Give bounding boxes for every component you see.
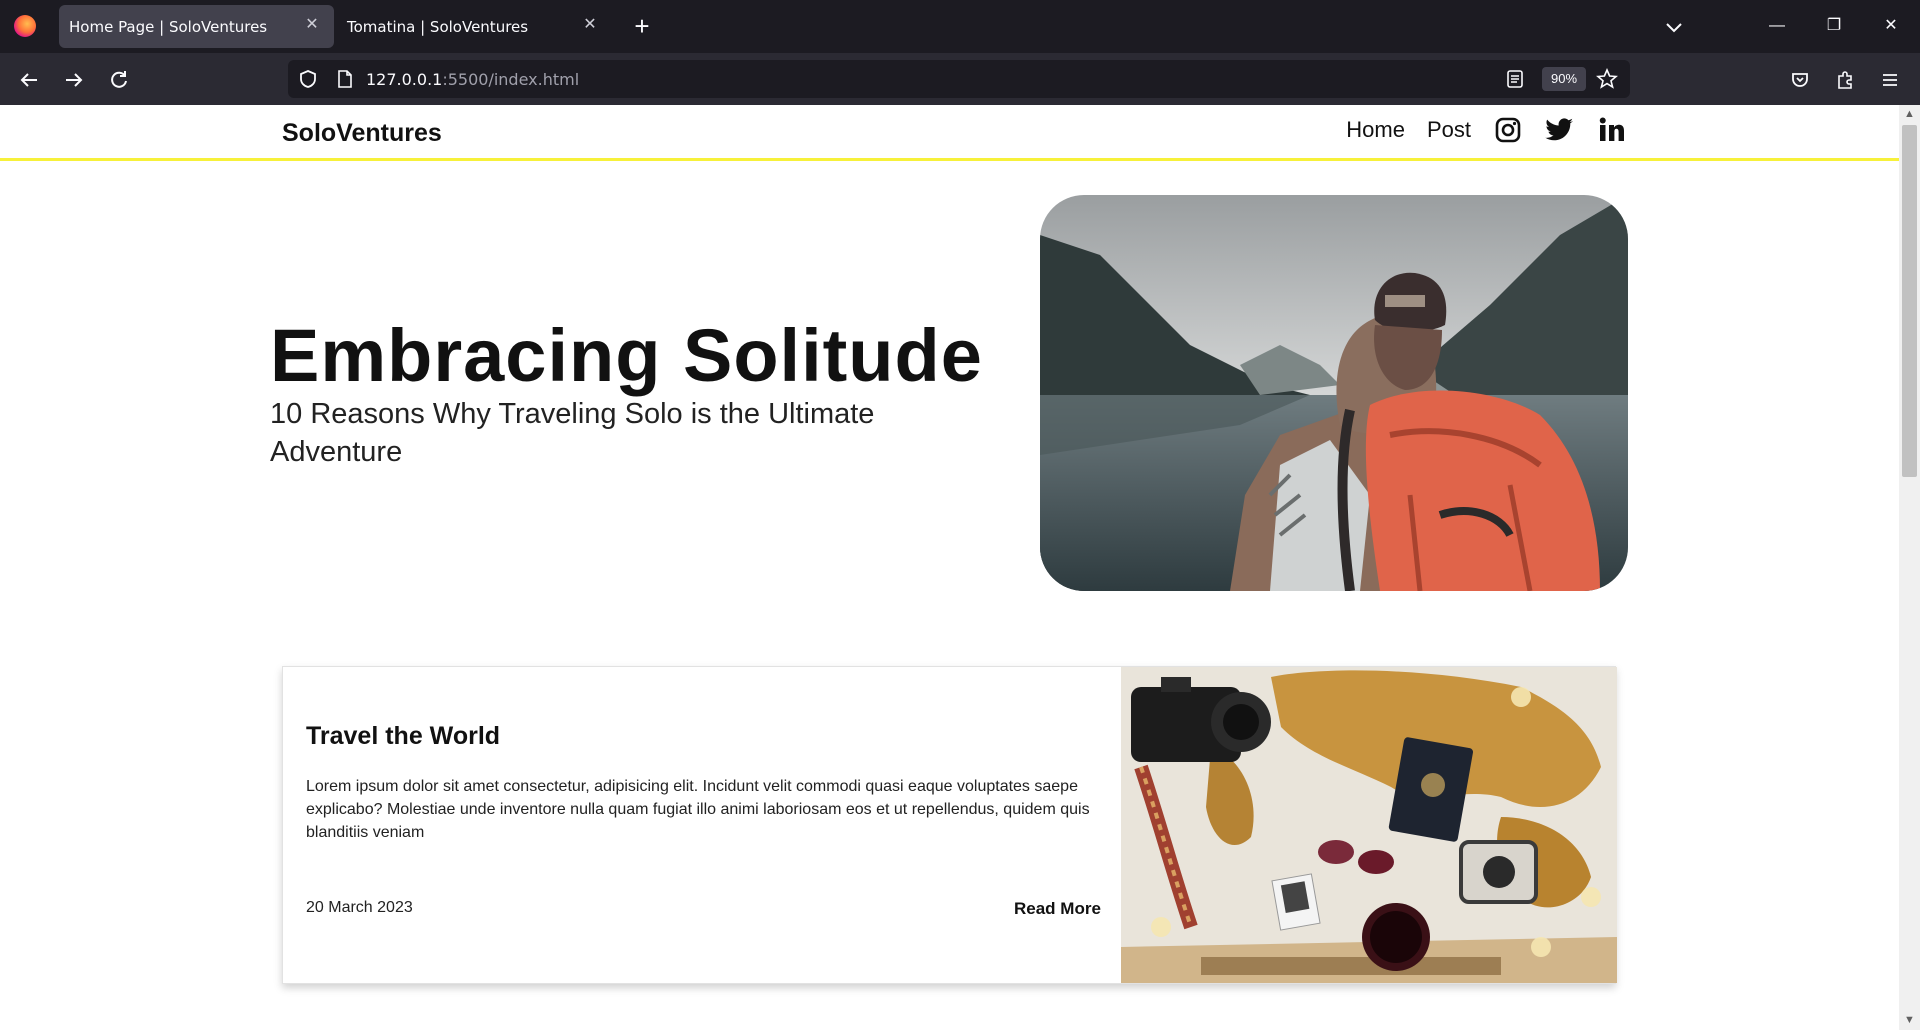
hero-title: Embracing Solitude [270,314,983,397]
close-icon[interactable]: ✕ [302,15,322,35]
url-path: :5500/index.html [442,70,580,89]
tab-title: Home Page | SoloVentures [69,18,268,36]
card-image [1121,667,1617,983]
close-window-button[interactable]: ✕ [1874,12,1908,40]
reload-button[interactable] [104,65,134,95]
linkedin-icon[interactable] [1597,115,1627,145]
card-date: 20 March 2023 [306,899,413,916]
card-title[interactable]: Travel the World [306,722,500,751]
read-more-link[interactable]: Read More [1014,899,1101,919]
hamburger-icon [1883,74,1897,86]
close-icon[interactable]: ✕ [580,15,600,35]
restore-button[interactable]: ❐ [1817,12,1851,40]
url-bar[interactable]: 127.0.0.1:5500/index.html 90% [288,60,1630,98]
tab-title: Tomatina | SoloVentures [347,18,529,36]
zoom-level-badge[interactable]: 90% [1542,67,1586,91]
browser-nav-bar: 127.0.0.1:5500/index.html 90% [0,53,1920,105]
twitter-icon[interactable] [1545,115,1575,145]
scroll-up-arrow-icon[interactable]: ▲ [1903,108,1916,121]
pocket-button[interactable] [1785,65,1815,95]
reload-icon [111,71,127,88]
arrow-left-icon [20,73,37,87]
back-button[interactable] [14,65,44,95]
scroll-thumb[interactable] [1902,125,1917,477]
firefox-logo-icon[interactable] [14,15,36,37]
minimize-button[interactable]: — [1760,12,1794,40]
hero-image [1040,195,1628,591]
instagram-icon[interactable] [1493,115,1523,145]
menu-button[interactable] [1875,65,1905,95]
pocket-icon [1792,73,1808,87]
forward-button[interactable] [59,65,89,95]
tab-tomatina[interactable]: Tomatina | SoloVentures ✕ [337,5,612,48]
arrow-right-icon [66,73,83,87]
site-nav: Home Post [1346,115,1627,145]
page-viewport: SoloVentures Home Post Embracing Solitud… [0,105,1899,1030]
puzzle-icon [1838,71,1852,89]
extensions-button[interactable] [1830,65,1860,95]
nav-link-home[interactable]: Home [1346,117,1405,143]
hero-subtitle: 10 Reasons Why Traveling Solo is the Ult… [270,398,875,468]
star-icon[interactable] [1596,68,1618,90]
browser-tab-bar: Home Page | SoloVentures ✕ Tomatina | So… [0,0,1920,53]
page-scrollbar[interactable]: ▲ ▼ [1899,105,1920,1030]
url-host: 127.0.0.1 [366,70,443,89]
chevron-down-icon[interactable] [1662,15,1686,39]
site-header: SoloVentures Home Post [0,105,1899,161]
reader-view-icon[interactable] [1506,69,1524,89]
new-tab-button[interactable]: + [628,12,656,40]
url-text[interactable]: 127.0.0.1:5500/index.html [366,70,579,89]
site-brand[interactable]: SoloVentures [282,119,442,148]
page-icon[interactable] [336,69,354,89]
card-body: Lorem ipsum dolor sit amet consectetur, … [306,778,1090,841]
post-card[interactable]: Travel the World Lorem ipsum dolor sit a… [282,666,1617,984]
scroll-down-arrow-icon[interactable]: ▼ [1903,1014,1916,1027]
tab-home-page[interactable]: Home Page | SoloVentures ✕ [59,5,334,48]
nav-link-post[interactable]: Post [1427,117,1471,143]
shield-icon[interactable] [298,69,318,89]
